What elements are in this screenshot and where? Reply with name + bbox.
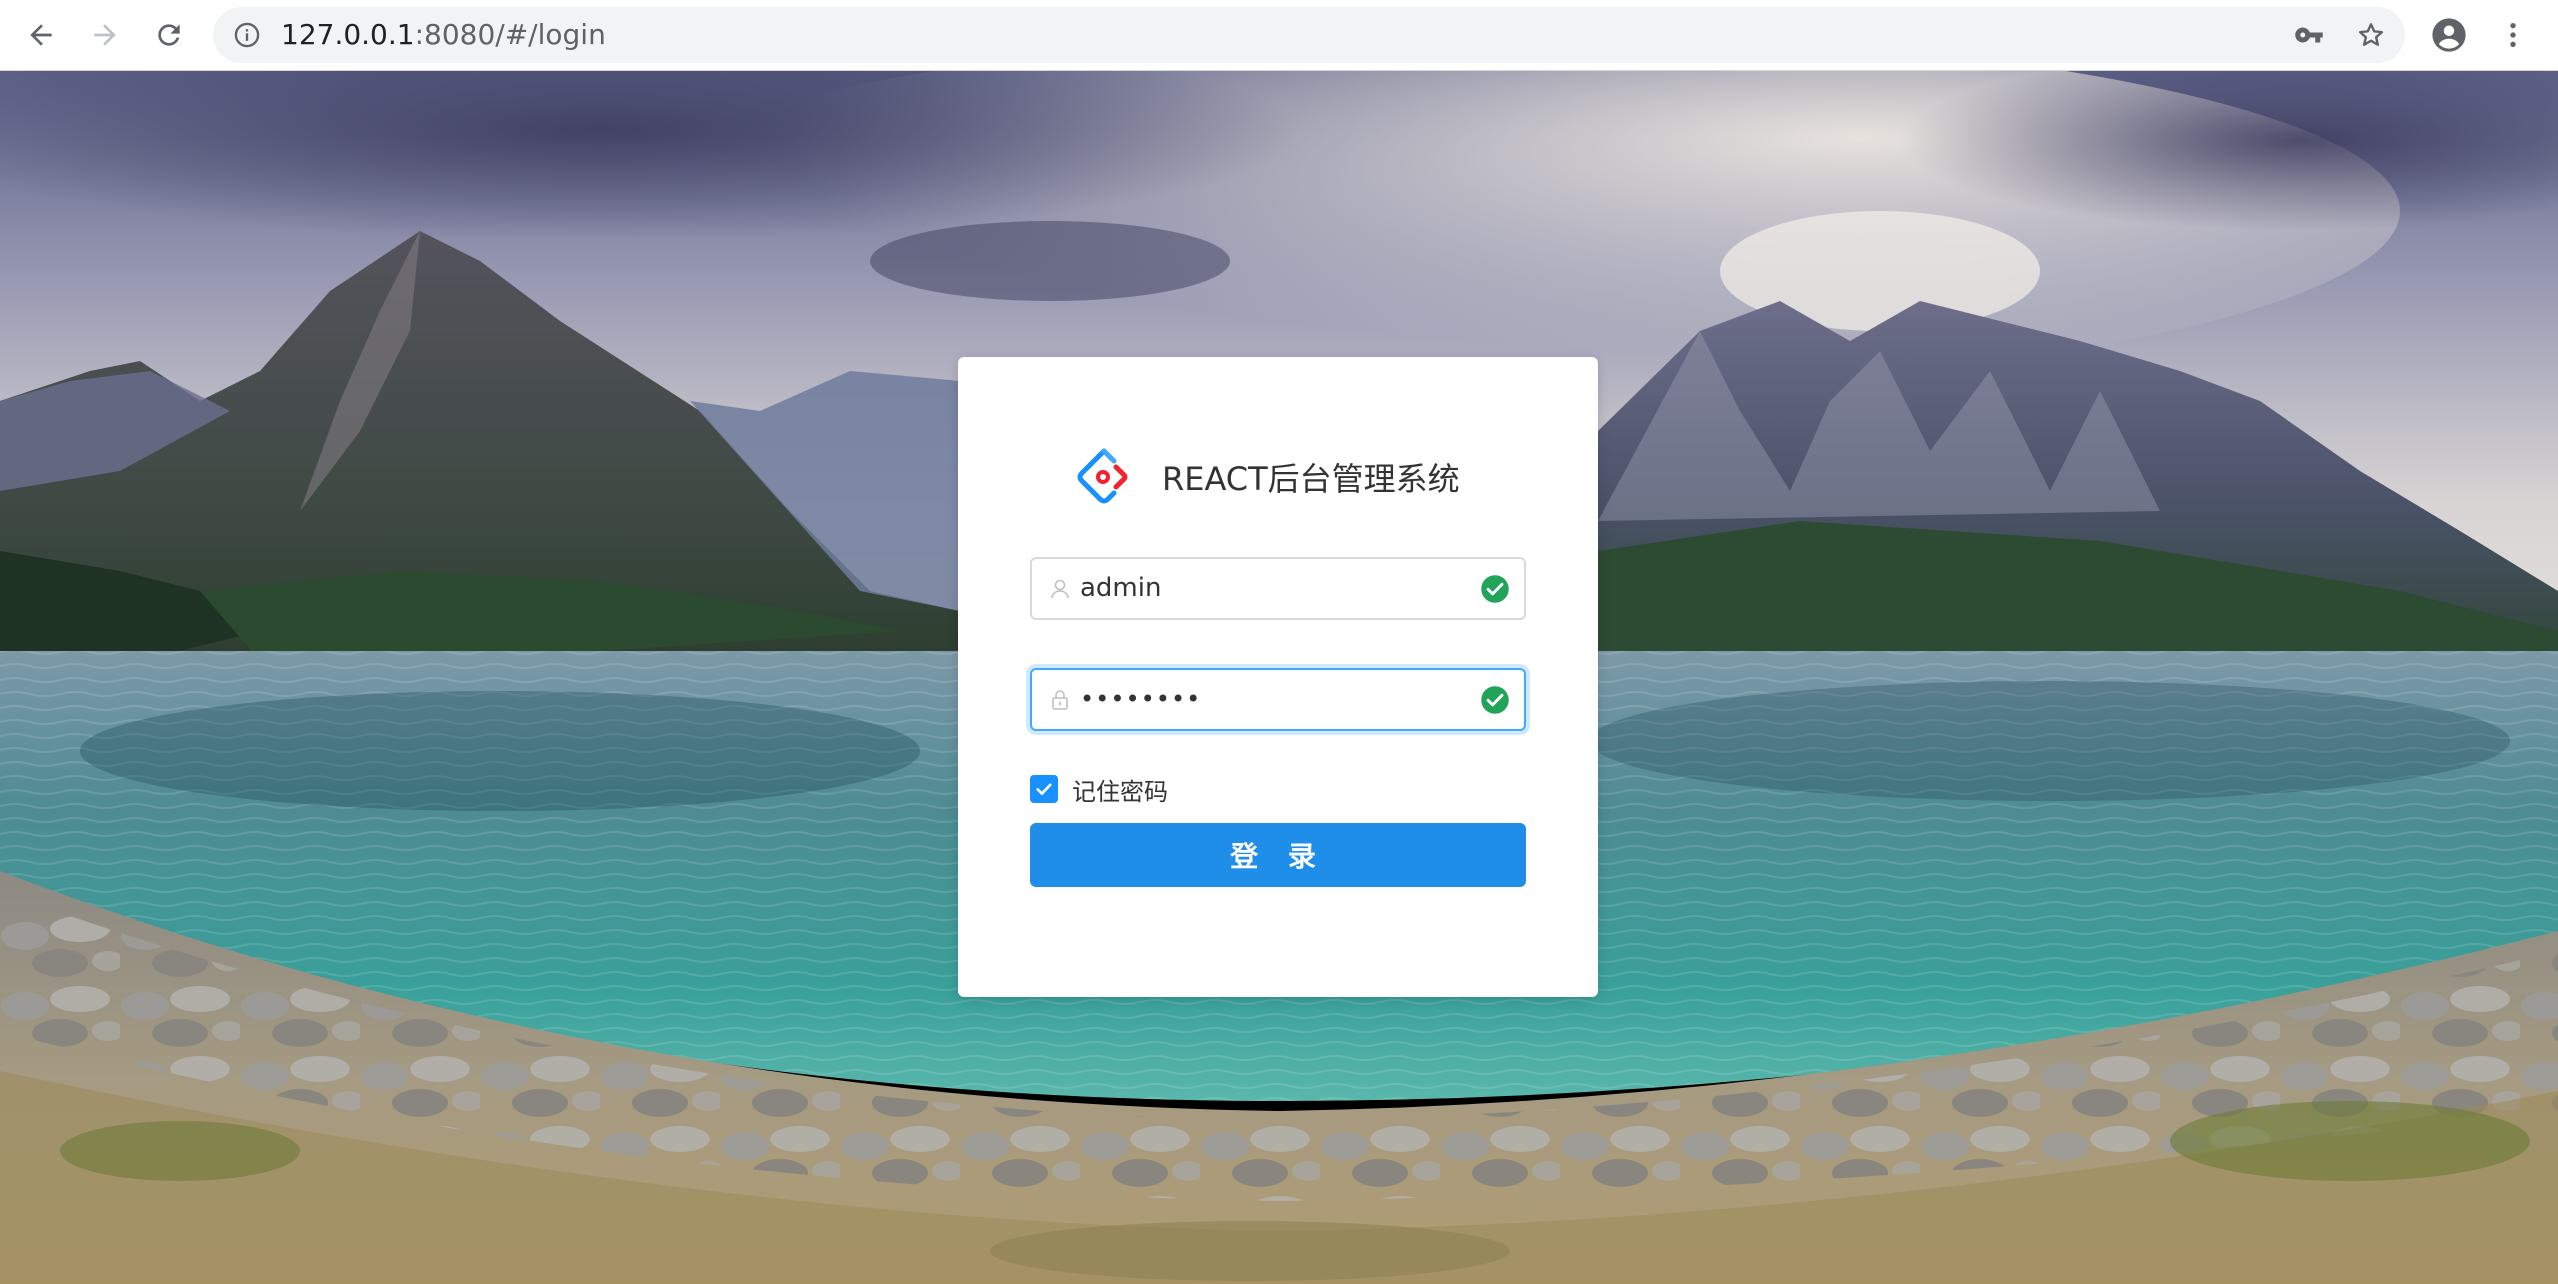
- username-input[interactable]: admin: [1080, 559, 1161, 618]
- url-host: 127.0.0.1: [281, 18, 415, 51]
- username-field[interactable]: admin: [1030, 557, 1526, 620]
- checkbox-checked-icon[interactable]: [1030, 775, 1058, 803]
- info-icon[interactable]: [233, 21, 261, 49]
- check-circle-icon: [1481, 575, 1509, 603]
- check-circle-icon: [1481, 686, 1509, 714]
- back-button[interactable]: [20, 14, 62, 56]
- app-title: REACT后台管理系统: [1162, 460, 1460, 498]
- address-bar[interactable]: 127.0.0.1:8080/#/login: [213, 7, 2405, 63]
- reload-icon: [158, 24, 180, 46]
- url-text[interactable]: 127.0.0.1:8080/#/login: [281, 7, 606, 63]
- password-input[interactable]: ••••••••: [1080, 670, 1201, 729]
- lock-icon: [1052, 690, 1068, 710]
- star-icon[interactable]: [2355, 19, 2387, 51]
- user-icon: [1051, 579, 1069, 599]
- browser-toolbar: 127.0.0.1:8080/#/login: [0, 0, 2558, 71]
- remember-password-checkbox[interactable]: 记住密码: [1030, 772, 1168, 807]
- key-icon[interactable]: [2293, 19, 2325, 51]
- more-vert-icon[interactable]: [2492, 14, 2534, 56]
- forward-button[interactable]: [84, 14, 126, 56]
- url-path: :8080/#/login: [414, 18, 606, 51]
- login-button[interactable]: 登 录: [1030, 823, 1526, 887]
- account-circle-icon[interactable]: [2428, 14, 2470, 56]
- remember-password-label[interactable]: 记住密码: [1072, 772, 1168, 807]
- login-card: REACT后台管理系统 admin •••••••• 记住密码 登 录: [958, 357, 1598, 997]
- arrow-right-icon: [94, 24, 116, 46]
- brand-header: REACT后台管理系统: [1074, 447, 1460, 507]
- react-admin-logo-icon: [1077, 448, 1128, 504]
- password-field[interactable]: ••••••••: [1030, 668, 1526, 731]
- reload-button[interactable]: [148, 14, 190, 56]
- arrow-left-icon: [30, 24, 52, 46]
